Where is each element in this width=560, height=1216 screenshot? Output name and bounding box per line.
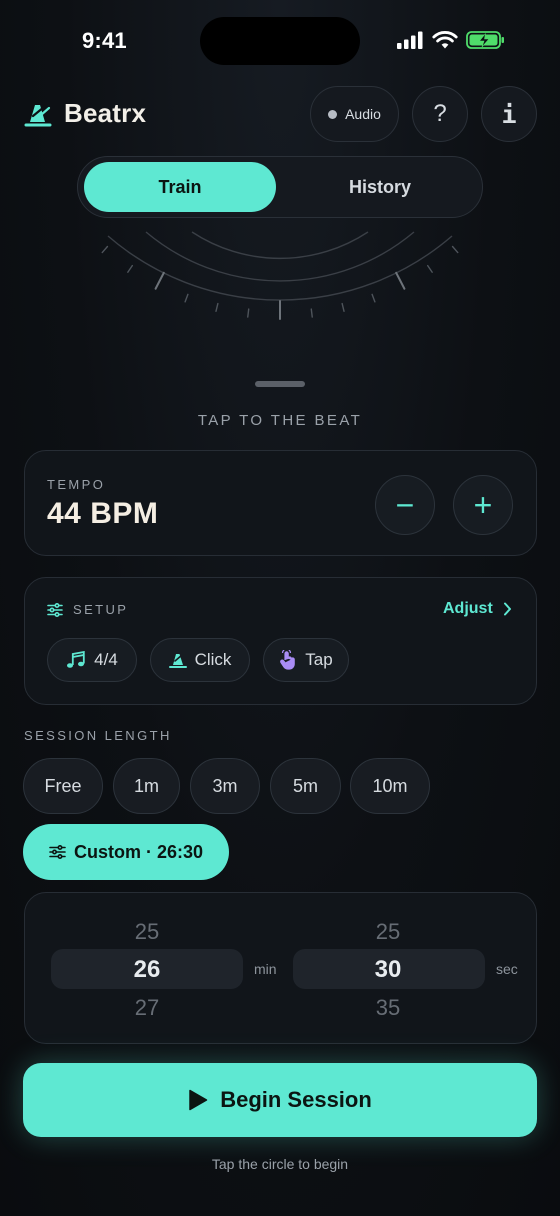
sliders-icon <box>47 602 63 617</box>
setup-header: SETUP <box>47 602 128 617</box>
dial-inner-arc <box>191 231 369 260</box>
dynamic-island <box>200 17 360 65</box>
help-button[interactable]: ? <box>412 86 468 142</box>
minutes-below[interactable]: 27 <box>107 995 187 1021</box>
time-signature-label: 4/4 <box>94 650 118 669</box>
hand-tap-icon <box>280 650 296 670</box>
minus-icon: − <box>395 486 415 523</box>
tempo-increase-button[interactable]: + <box>453 475 513 535</box>
dial-tick <box>451 245 459 254</box>
audio-label: Audio <box>345 106 381 122</box>
dial-tick <box>426 264 433 273</box>
tap-input-chip[interactable]: Tap <box>263 638 349 682</box>
mode-tabs: Train History <box>77 156 483 218</box>
dial-middle-arc <box>145 231 415 282</box>
dial-major-tick <box>395 271 406 290</box>
minutes-unit: min <box>254 961 277 977</box>
dial-tick <box>127 264 133 273</box>
signal-icon <box>397 31 423 49</box>
custom-length-label: Custom · 26:30 <box>73 841 204 862</box>
status-time: 9:41 <box>82 28 127 53</box>
tab-train[interactable]: Train <box>84 162 276 212</box>
setup-card: SETUP Adjust 4/4 Click Tap <box>24 577 537 705</box>
dial-major-tick <box>154 271 165 290</box>
dial-tick <box>341 302 345 313</box>
info-button[interactable]: i <box>481 86 537 142</box>
tab-history[interactable]: History <box>284 162 476 212</box>
status-icons <box>396 30 506 50</box>
begin-session-label: Begin Session <box>220 1087 372 1112</box>
tempo-decrease-button[interactable]: − <box>375 475 435 535</box>
seconds-unit: sec <box>496 961 518 977</box>
chevron-right-icon <box>503 602 511 616</box>
metronome-logo-icon <box>24 104 52 126</box>
dial-tick <box>310 308 313 318</box>
dial-ticks <box>101 245 459 320</box>
sliders-icon <box>49 845 66 859</box>
length-option-10m[interactable]: 10m <box>350 758 430 814</box>
wifi-icon <box>432 30 458 48</box>
tap-label: Tap <box>305 650 333 669</box>
tempo-value: 44 BPM <box>47 497 159 530</box>
hint-text: Tap the circle to begin <box>211 1156 349 1172</box>
tempo-label: TEMPO <box>47 477 106 492</box>
seconds-above[interactable]: 25 <box>348 919 428 945</box>
length-option-3m[interactable]: 3m <box>190 758 260 814</box>
seconds-below[interactable]: 35 <box>348 995 428 1021</box>
seconds-selected[interactable]: 30 <box>348 956 428 984</box>
length-option-free[interactable]: Free <box>23 758 103 814</box>
dial-outer-arc <box>107 235 453 301</box>
audio-button[interactable]: Audio <box>310 86 399 142</box>
duration-picker: 25 26 27 min 25 30 35 sec <box>24 892 537 1044</box>
audio-status-dot <box>328 109 338 119</box>
click-label: Click <box>194 650 232 669</box>
battery-charging-icon <box>466 31 504 49</box>
dial-tick <box>215 302 219 313</box>
time-signature-chip[interactable]: 4/4 <box>47 638 137 682</box>
session-length-label: SESSION LENGTH <box>24 728 172 743</box>
info-icon: i <box>501 99 517 129</box>
tempo-card: TEMPO 44 BPM − + <box>24 450 537 556</box>
dial-tick <box>371 293 376 303</box>
drag-handle[interactable] <box>255 381 305 387</box>
begin-session-button[interactable]: Begin Session <box>23 1063 537 1137</box>
length-option-custom[interactable]: Custom · 26:30 <box>23 824 229 880</box>
adjust-label: Adjust <box>443 600 493 617</box>
dial-tick <box>247 308 250 318</box>
minutes-selected[interactable]: 26 <box>107 956 187 984</box>
beat-dial[interactable] <box>0 220 560 330</box>
dial-tick <box>184 293 189 303</box>
setup-label: SETUP <box>73 602 129 617</box>
brand: Beatrx <box>24 98 146 129</box>
question-icon: ? <box>433 100 447 127</box>
length-option-5m[interactable]: 5m <box>270 758 341 814</box>
tap-prompt: TAP TO THE BEAT <box>197 412 363 429</box>
adjust-link[interactable]: Adjust <box>443 600 512 618</box>
play-icon <box>189 1089 208 1111</box>
minutes-above[interactable]: 25 <box>107 919 187 945</box>
length-option-1m[interactable]: 1m <box>113 758 180 814</box>
dial-tick <box>101 245 109 254</box>
plus-icon: + <box>473 486 493 523</box>
app-name: Beatrx <box>64 98 147 128</box>
click-sound-chip[interactable]: Click <box>150 638 250 682</box>
music-notes-icon <box>67 651 85 668</box>
metronome-icon <box>168 654 187 668</box>
